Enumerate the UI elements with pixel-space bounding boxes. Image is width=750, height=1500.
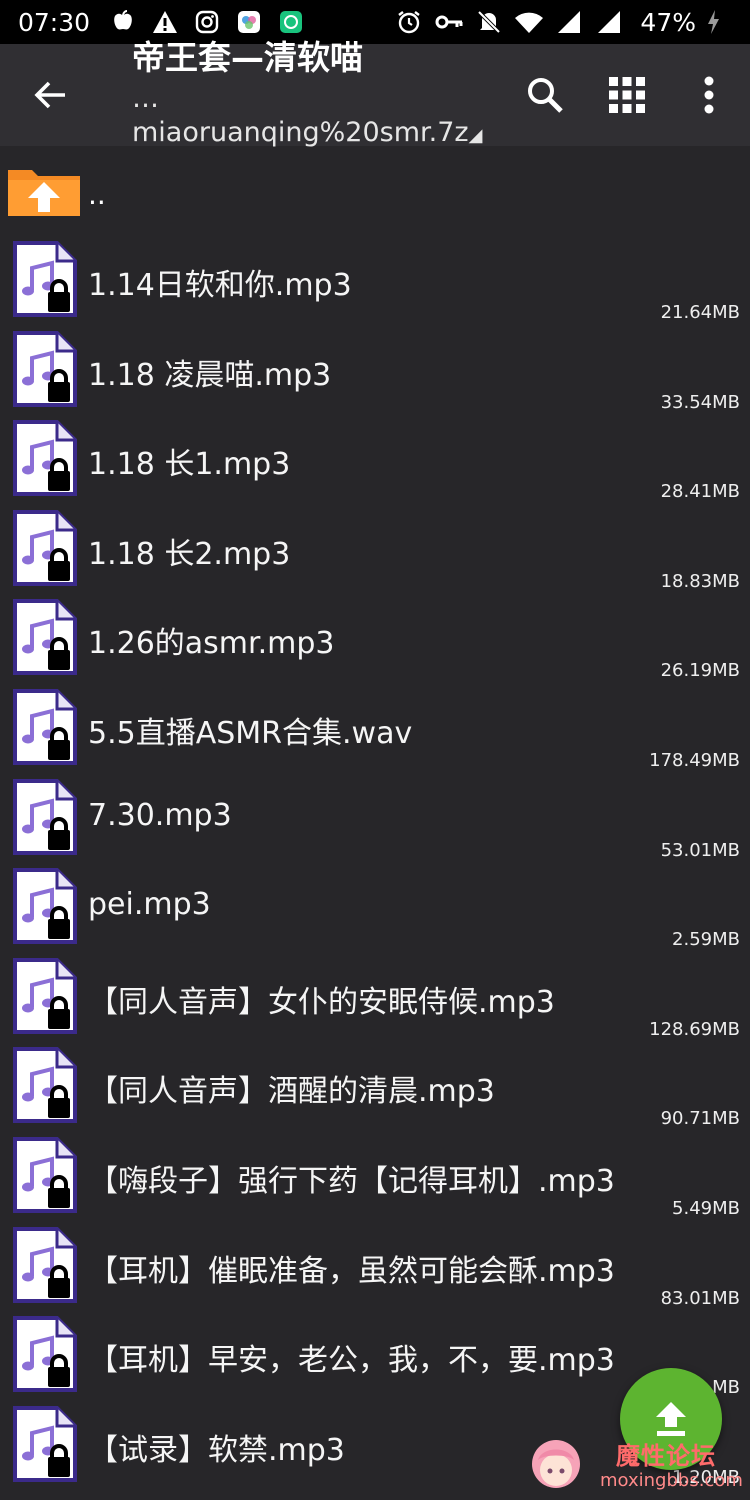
title-block: 帝王套—清软喵 …miaoruanqing%20smr.7z◢: [100, 38, 504, 153]
app-bar: 帝王套—清软喵 …miaoruanqing%20smr.7z◢: [0, 38, 750, 148]
back-button[interactable]: [0, 44, 100, 146]
instagram-icon: [192, 7, 222, 37]
file-name: pei.mp3: [88, 887, 211, 923]
archive-path-text: …miaoruanqing%20smr.7z: [132, 82, 469, 148]
search-button[interactable]: [504, 44, 586, 146]
file-name: 1.18 长1.mp3: [88, 447, 291, 483]
file-size: 26.19MB: [660, 660, 740, 682]
locked-audio-file-icon: [12, 1315, 78, 1393]
file-row[interactable]: 7.30.mp3 53.01MB: [0, 774, 750, 864]
archive-title: 帝王套—清软喵: [132, 37, 363, 77]
file-name: 【嗨段子】强行下药【记得耳机】.mp3: [88, 1163, 615, 1199]
folder-up-icon: [8, 170, 80, 216]
signal-icon-2: [594, 7, 624, 37]
locked-audio-file-icon: [12, 688, 78, 766]
file-size: 5.49MB: [672, 1197, 740, 1219]
warning-icon: [150, 7, 180, 37]
grid-view-icon: [609, 77, 645, 113]
file-name: 7.30.mp3: [88, 797, 232, 833]
file-row[interactable]: 【耳机】催眠准备，虽然可能会酥.mp3 83.01MB: [0, 1222, 750, 1312]
grid-view-button[interactable]: [586, 44, 668, 146]
forum-watermark: 魔性论坛 moxingbbs.com: [520, 1432, 750, 1500]
file-row[interactable]: 【嗨段子】强行下药【记得耳机】.mp3 5.49MB: [0, 1132, 750, 1222]
file-name: 1.26的asmr.mp3: [88, 626, 335, 662]
locked-audio-file-icon: [12, 240, 78, 318]
file-row[interactable]: pei.mp3 2.59MB: [0, 863, 750, 953]
vpn-key-icon: [434, 7, 464, 37]
mute-icon: [474, 7, 504, 37]
file-name: 1.18 凌晨喵.mp3: [88, 357, 332, 393]
file-size: 128.69MB: [649, 1018, 740, 1040]
battery-level: 47%: [640, 7, 696, 37]
apple-notification-icon: [108, 7, 138, 37]
locked-audio-file-icon: [12, 957, 78, 1035]
file-name: 1.14日软和你.mp3: [88, 268, 352, 303]
watermark-text: 魔性论坛: [616, 1442, 716, 1470]
photos-app-icon: [234, 7, 264, 37]
file-name: 1.18 长2.mp3: [88, 536, 291, 572]
locked-audio-file-icon: [12, 1226, 78, 1304]
locked-audio-file-icon: [12, 509, 78, 587]
file-size: 2.59MB: [672, 929, 740, 951]
parent-directory-row[interactable]: ..: [0, 150, 750, 236]
locked-audio-file-icon: [12, 330, 78, 408]
locked-audio-file-icon: [12, 1136, 78, 1214]
parent-directory-label: ..: [88, 178, 106, 211]
search-icon: [528, 78, 563, 113]
chatgpt-icon: [276, 7, 306, 37]
file-name: 【同人音声】酒醒的清晨.mp3: [88, 1074, 495, 1110]
file-name: 【耳机】催眠准备，虽然可能会酥.mp3: [88, 1253, 615, 1289]
file-size: 21.64MB: [660, 302, 740, 323]
file-name: 【耳机】早安，老公，我，不，要.mp3: [88, 1343, 615, 1379]
file-size: 90.71MB: [660, 1108, 740, 1130]
file-row[interactable]: 5.5直播ASMR合集.wav 178.49MB: [0, 684, 750, 774]
locked-audio-file-icon: [12, 1046, 78, 1124]
file-size: 83.01MB: [660, 1287, 740, 1309]
locked-audio-file-icon: [12, 867, 78, 945]
locked-audio-file-icon: [12, 419, 78, 497]
file-row[interactable]: 1.26的asmr.mp3 26.19MB: [0, 594, 750, 684]
more-options-icon: [704, 76, 714, 114]
file-size: 33.54MB: [660, 391, 740, 413]
file-row[interactable]: 1.18 凌晨喵.mp3 33.54MB: [0, 326, 750, 416]
wifi-icon: [514, 7, 544, 37]
file-size: 18.83MB: [660, 570, 740, 592]
file-list: .. 1.14日软和你.mp3 21.64MB 1.18 凌晨喵.mp3 33.54M…: [0, 150, 750, 1490]
anime-avatar-icon: [532, 1440, 580, 1488]
file-name: 5.5直播ASMR合集.wav: [88, 715, 413, 751]
dropdown-corner-icon: ◢: [468, 124, 483, 146]
file-size: 178.49MB: [649, 749, 740, 771]
file-row[interactable]: 【同人音声】酒醒的清晨.mp3 90.71MB: [0, 1042, 750, 1132]
file-name: 【试录】软禁.mp3: [88, 1432, 345, 1468]
watermark-url: moxingbbs.com: [600, 1470, 743, 1491]
file-row[interactable]: 【同人音声】女仆的安眠侍候.mp3 128.69MB: [0, 953, 750, 1043]
archive-path[interactable]: …miaoruanqing%20smr.7z◢: [132, 82, 504, 153]
signal-icon: [554, 7, 584, 37]
file-size: 53.01MB: [660, 839, 740, 861]
file-row[interactable]: 1.18 长2.mp3 18.83MB: [0, 505, 750, 595]
locked-audio-file-icon: [12, 778, 78, 856]
locked-audio-file-icon: [12, 1405, 78, 1483]
more-options-button[interactable]: [668, 44, 750, 146]
file-row[interactable]: 1.18 长1.mp3 28.41MB: [0, 415, 750, 505]
back-arrow-icon: [34, 81, 65, 109]
charging-icon: [698, 7, 728, 37]
status-time: 07:30: [18, 7, 91, 37]
file-name: 【同人音声】女仆的安眠侍候.mp3: [88, 984, 555, 1020]
file-row[interactable]: 1.14日软和你.mp3 21.64MB: [0, 236, 750, 326]
locked-audio-file-icon: [12, 598, 78, 676]
alarm-icon: [394, 7, 424, 37]
file-size: 28.41MB: [660, 481, 740, 503]
